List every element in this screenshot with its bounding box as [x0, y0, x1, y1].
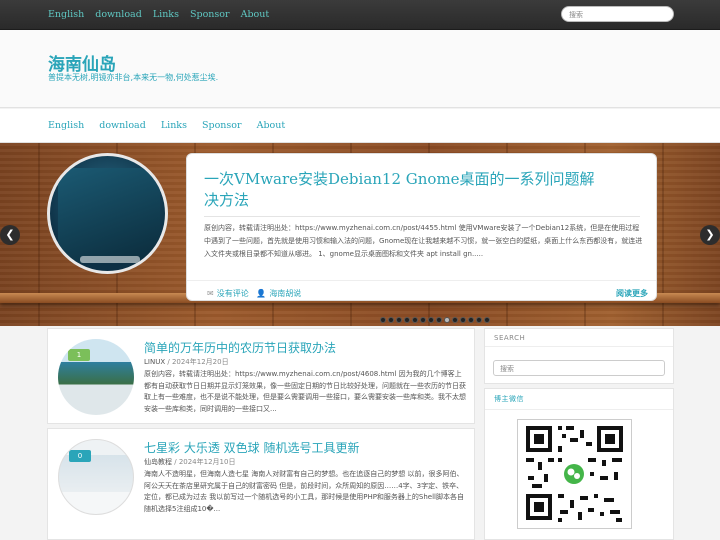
slider-dot[interactable]: [380, 317, 386, 323]
site-header: 海南仙岛 普提本无树,明镜亦非台,本来无一物,何处惹尘埃.: [0, 30, 720, 108]
slider-dot[interactable]: [460, 317, 466, 323]
slide-card: 一次VMware安装Debian12 Gnome桌面的一系列问题解决方法 原创内…: [186, 153, 657, 301]
post-title[interactable]: 简单的万年历中的农历节日获取办法: [144, 339, 336, 356]
slider-dot[interactable]: [468, 317, 474, 323]
comment-count-badge: 0: [69, 450, 91, 462]
read-more-button[interactable]: 阅读更多: [616, 288, 648, 299]
widget-divider: [485, 409, 673, 410]
chevron-left-icon[interactable]: ❮: [0, 225, 20, 245]
post-item: 1 简单的万年历中的农历节日获取办法 LINUX / 2024年12月20日 原…: [47, 328, 475, 424]
top-links: English download Links Sponsor About: [48, 9, 277, 20]
post-thumbnail[interactable]: 0: [58, 439, 134, 515]
search-widget: SEARCH 搜索: [484, 328, 674, 384]
comment-icon: ✉: [207, 289, 214, 298]
qr-code-graphic: [526, 426, 623, 522]
wechat-widget: 博主微信: [484, 388, 674, 540]
post-meta: 仙岛教程 / 2024年12月10日: [144, 457, 235, 467]
thumbnail-dock: [80, 256, 140, 263]
chevron-right-icon[interactable]: ❯: [700, 225, 720, 245]
slide-excerpt: 原创内容，转载请注明出处：https://www.myzhenai.com.cn…: [204, 224, 643, 258]
sidebar: SEARCH 搜索 博主微信: [484, 328, 674, 540]
top-link-download[interactable]: download: [95, 9, 142, 20]
top-link-english[interactable]: English: [48, 9, 84, 20]
widget-title: 博主微信: [494, 395, 524, 403]
slider-dot[interactable]: [484, 317, 490, 323]
post-item: 0 七星彩 大乐透 双色球 随机选号工具更新 仙岛教程 / 2024年12月10…: [47, 428, 475, 540]
post-title[interactable]: 七星彩 大乐透 双色球 随机选号工具更新: [144, 439, 359, 456]
widget-title: SEARCH: [494, 334, 526, 342]
post-excerpt: 海南人不造明星，但海南人造七星 海南人对财富有自己的梦想。也在追逐自己的梦想 以…: [144, 470, 465, 513]
post-date: / 2024年12月10日: [174, 458, 236, 466]
post-thumbnail[interactable]: 1: [58, 339, 134, 415]
slide-footer: ✉ 没有评论 👤 海南胡说 阅读更多: [187, 280, 656, 301]
thumbnail-screen: [58, 168, 160, 263]
slide-title[interactable]: 一次VMware安装Debian12 Gnome桌面的一系列问题解决方法: [204, 169, 604, 211]
slide-author-link[interactable]: 海南胡说: [269, 289, 301, 298]
main-nav: English download Links Sponsor About: [0, 109, 720, 143]
comment-count-badge: 1: [68, 349, 90, 361]
slider-dot[interactable]: [412, 317, 418, 323]
nav-item-download[interactable]: download: [99, 120, 146, 131]
slider-dot[interactable]: [428, 317, 434, 323]
top-link-about[interactable]: About: [241, 9, 270, 20]
slide-divider: [204, 216, 640, 217]
top-link-links[interactable]: Links: [153, 9, 179, 20]
nav-item-english[interactable]: English: [48, 120, 84, 131]
slider-dot[interactable]: [436, 317, 442, 323]
widget-divider: [485, 346, 673, 347]
site-tagline: 普提本无树,明镜亦非台,本来无一物,何处惹尘埃.: [48, 73, 219, 82]
slider-dot[interactable]: [444, 317, 450, 323]
slide-meta: ✉ 没有评论 👤 海南胡说: [207, 288, 301, 299]
top-bar: English download Links Sponsor About 搜索: [0, 0, 720, 30]
slider-dot[interactable]: [388, 317, 394, 323]
slider-pagination: [380, 308, 492, 323]
nav-item-about[interactable]: About: [257, 120, 286, 131]
nav-item-sponsor[interactable]: Sponsor: [202, 120, 242, 131]
featured-slider: 一次VMware安装Debian12 Gnome桌面的一系列问题解决方法 原创内…: [0, 143, 720, 326]
slider-dot[interactable]: [476, 317, 482, 323]
post-list: 1 简单的万年历中的农历节日获取办法 LINUX / 2024年12月20日 原…: [47, 328, 475, 540]
top-search-input[interactable]: 搜索: [561, 6, 674, 22]
slider-dot[interactable]: [404, 317, 410, 323]
slider-dot[interactable]: [396, 317, 402, 323]
post-category[interactable]: LINUX: [144, 358, 165, 366]
wechat-qr-code: [517, 419, 632, 529]
post-meta: LINUX / 2024年12月20日: [144, 357, 229, 367]
nav-item-links[interactable]: Links: [161, 120, 187, 131]
top-link-sponsor[interactable]: Sponsor: [190, 9, 230, 20]
slide-thumbnail[interactable]: [47, 153, 168, 274]
slider-dot[interactable]: [420, 317, 426, 323]
user-icon: 👤: [256, 289, 267, 298]
sidebar-search-input[interactable]: 搜索: [493, 360, 665, 376]
post-category[interactable]: 仙岛教程: [144, 458, 172, 466]
post-excerpt: 原创内容，转载请注明出处：https://www.myzhenai.com.cn…: [144, 370, 466, 413]
slide-comments-link[interactable]: 没有评论: [217, 289, 249, 298]
post-date: / 2024年12月20日: [167, 358, 229, 366]
slider-dot[interactable]: [452, 317, 458, 323]
